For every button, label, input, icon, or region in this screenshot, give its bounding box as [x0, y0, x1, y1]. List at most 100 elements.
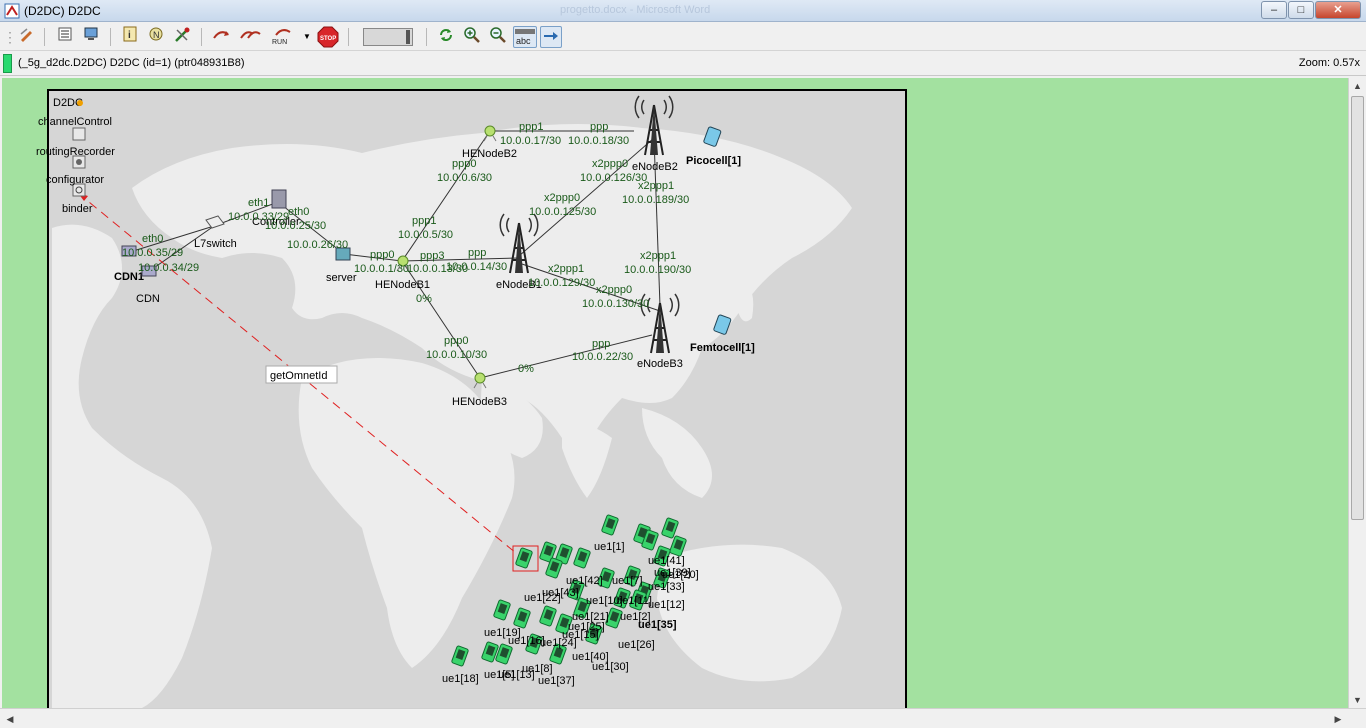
grip-icon: ⋮	[3, 29, 17, 45]
tools-icon[interactable]	[171, 26, 193, 48]
link-label: eth0	[142, 233, 163, 245]
toolbar-separator	[348, 28, 349, 46]
server-label: server	[326, 272, 357, 284]
slider-knob[interactable]	[406, 30, 410, 44]
link-label: ppp0	[444, 335, 468, 347]
link-label: x2ppp1	[548, 263, 584, 275]
binder-label: binder	[62, 203, 93, 215]
message-label: getOmnetId	[270, 370, 327, 382]
link-label: eth0	[288, 206, 309, 218]
link-label: 10.0.0.129/30	[528, 277, 595, 289]
ue-label: ue1[12]	[648, 599, 685, 611]
link-label: ppp	[592, 338, 610, 350]
horizontal-scrollbar[interactable]: ◀ ▶	[0, 708, 1366, 728]
link-label: 10.0.0.189/30	[622, 194, 689, 206]
arrow-icon[interactable]	[540, 26, 562, 48]
animation-speed-slider[interactable]	[363, 28, 413, 46]
link-label: ppp1	[519, 121, 543, 133]
ue-label: ue1[1]	[594, 541, 625, 553]
step-icon[interactable]	[211, 26, 233, 48]
link-label: x2ppp1	[640, 250, 676, 262]
run-label: RUN	[272, 39, 287, 46]
ue-label: ue1[18]	[442, 673, 479, 685]
ue-label: ue1[22]	[524, 592, 561, 604]
ue-label: ue1[2]	[620, 611, 651, 623]
fast-run-icon[interactable]	[240, 26, 262, 48]
routingRecorder-label: routingRecorder	[36, 146, 115, 158]
network-edit-icon[interactable]	[16, 26, 38, 48]
HENodeB1-label: HENodeB1	[375, 279, 430, 291]
nedfile-icon[interactable]: N	[145, 26, 167, 48]
channelControl-label: channelControl	[38, 116, 112, 128]
monitor-icon[interactable]	[80, 26, 102, 48]
zoom-out-icon[interactable]	[487, 26, 509, 48]
link-label: 10.0.0.14/30	[446, 261, 507, 273]
link-label: 10.0.0.1/30	[354, 263, 409, 275]
zoom-level: Zoom: 0.57x	[1298, 57, 1360, 69]
vertical-scrollbar[interactable]: ▲ ▼	[1348, 78, 1366, 708]
refresh-icon[interactable]	[435, 26, 457, 48]
L7switch-label: L7switch	[194, 238, 237, 250]
link-label: ppp	[590, 121, 608, 133]
toolbar-separator	[201, 28, 202, 46]
server-rack-icon	[271, 189, 287, 209]
maximize-button[interactable]: □	[1288, 1, 1314, 19]
link-label: ppp1	[412, 215, 436, 227]
link-label: x2ppp0	[544, 192, 580, 204]
stop-label: STOP	[320, 36, 336, 42]
title-bar: (D2DC) D2DC progetto.docx - Microsoft Wo…	[0, 0, 1366, 22]
ue-label: ue1[11]	[616, 595, 652, 607]
ue-label: ue1[33]	[648, 581, 685, 593]
eNodeB3-label: eNodeB3	[637, 358, 683, 370]
list-icon[interactable]	[54, 26, 76, 48]
minimize-button[interactable]: –	[1261, 1, 1287, 19]
ue-label: ue1[20]	[662, 569, 699, 581]
stop-button[interactable]: STOP	[317, 26, 339, 48]
toolbar: ⋮ i N RUN ▼ STOP abc	[0, 23, 1366, 51]
link-label: 10.0.0.18/30	[568, 135, 629, 147]
link-label: 10.0.0.125/30	[529, 206, 596, 218]
background-window-title: progetto.docx - Microsoft Word	[560, 4, 711, 16]
module-path: (_5g_d2dc.D2DC) D2DC (id=1) (ptr048931B8…	[18, 57, 245, 69]
ue-label: ue1[41]	[648, 555, 685, 567]
ue-label: ue1[7]	[612, 575, 643, 587]
network-canvas[interactable]: getOmnetId D2DC channelControl routingRe…	[2, 78, 1348, 708]
network-status-icon	[77, 100, 83, 106]
ue-label: ue1[8]	[522, 663, 553, 675]
close-button[interactable]: ✕	[1315, 1, 1361, 19]
run-dropdown-icon[interactable]: ▼	[300, 26, 314, 48]
toolbar-separator	[44, 28, 45, 46]
link-label: ppp0	[452, 158, 476, 170]
link-label: 10.0.0.5/30	[398, 229, 453, 241]
network-diagram: getOmnetId D2DC channelControl routingRe…	[36, 89, 907, 708]
link-label: ppp3	[420, 250, 444, 262]
svg-text:N: N	[153, 30, 160, 40]
scroll-up-icon[interactable]: ▲	[1349, 78, 1366, 94]
ue-label: ue1[37]	[538, 675, 575, 687]
scroll-right-icon[interactable]: ▶	[1330, 711, 1346, 727]
link-label: 10.0.0.25/30	[265, 220, 326, 232]
link-label: 10.0.0.17/30	[500, 135, 561, 147]
app-icon	[4, 3, 20, 19]
link-label: 10.0.0.26/30	[287, 239, 348, 251]
vertical-scroll-thumb[interactable]	[1351, 96, 1364, 520]
toolbar-separator	[426, 28, 427, 46]
HENodeB3-label: HENodeB3	[452, 396, 507, 408]
scroll-left-icon[interactable]: ◀	[2, 711, 18, 727]
ue-label: ue1[26]	[618, 639, 655, 651]
ue-label: ue1[30]	[592, 661, 629, 673]
zoom-in-icon[interactable]	[461, 26, 483, 48]
link-label: ppp	[468, 247, 486, 259]
ue-label: ue1[16]	[508, 635, 545, 647]
ue-label: ue1[24]	[540, 637, 577, 649]
info-icon[interactable]: i	[119, 26, 141, 48]
show-labels-toggle[interactable]: abc	[513, 26, 537, 48]
link-label: eth1	[248, 197, 269, 209]
CDN-label: CDN	[136, 293, 160, 305]
run-button[interactable]: RUN	[270, 26, 296, 48]
configurator-label: configurator	[46, 174, 104, 186]
link-label: 10.0.0.35/29	[122, 247, 183, 259]
link-label: 10.0.0.190/30	[624, 264, 691, 276]
Femtocell-label: Femtocell[1]	[690, 342, 755, 354]
scroll-down-icon[interactable]: ▼	[1349, 692, 1366, 708]
